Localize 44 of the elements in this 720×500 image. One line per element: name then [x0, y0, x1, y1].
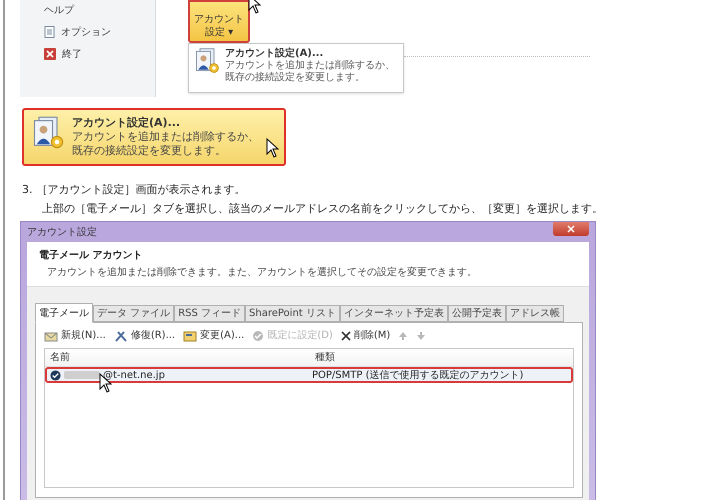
dialog-heading: 電子メール アカウント — [39, 248, 144, 263]
step-number: 3. — [22, 183, 32, 197]
menu-item-description: アカウントを追加または削除するか、既存の接続設定を変更します。 — [225, 60, 396, 84]
close-icon — [567, 225, 575, 233]
tools-icon — [114, 330, 128, 342]
blurred-text-placeholder — [64, 371, 100, 379]
menu-item-title: アカウント設定(A)... — [72, 115, 182, 130]
check-circle-icon — [252, 330, 264, 342]
step-instruction: 上部の［電子メール］タブを選択し、該当のメールアドレスの名前をクリックしてから、［変更］を選択します。 — [42, 202, 604, 216]
window-title: アカウント設定 — [27, 226, 97, 240]
tab[interactable]: 公開予定表 — [448, 305, 506, 322]
menu-item-title: アカウント設定(A)... — [225, 47, 324, 60]
account-name: @t-net.ne.jp — [103, 368, 165, 382]
account-settings-icon — [193, 47, 221, 75]
tab[interactable]: データ ファイル — [93, 305, 174, 322]
tab[interactable]: SharePoint リスト — [245, 305, 340, 322]
close-icon — [340, 330, 351, 340]
mouse-cursor-icon — [266, 138, 280, 158]
toolbar-button[interactable]: 変更(A)... — [183, 328, 244, 343]
tab[interactable]: RSS フィード — [174, 305, 246, 322]
column-header[interactable]: 種類 — [312, 350, 573, 365]
account-type: POP/SMTP (送信で使用する既定のアカウント) — [312, 368, 524, 382]
sidebar-item[interactable]: 終了 — [44, 46, 155, 62]
sidebar-item[interactable]: ヘルプ — [44, 2, 155, 18]
account-settings-menu-item[interactable]: アカウント設定(A)... アカウントを追加または削除するか、既存の接続設定を変更します。 — [22, 108, 286, 166]
close-button[interactable] — [553, 222, 589, 236]
menu-item-description: アカウントを追加または削除するか、既存の接続設定を変更します。 — [72, 130, 260, 158]
sidebar-item[interactable]: オプション — [44, 24, 155, 40]
account-settings-button[interactable]: アカウント 設定 ▾ — [188, 0, 250, 43]
envelope-icon — [44, 330, 58, 342]
close-icon — [44, 48, 56, 60]
tab[interactable]: インターネット予定表 — [340, 305, 448, 322]
dropdown-menu-item[interactable]: アカウント設定(A)... アカウントを追加または削除するか、既存の接続設定を変更します。 — [188, 43, 404, 93]
column-header[interactable]: 名前 — [45, 350, 312, 365]
toolbar-button[interactable]: 修復(R)... — [114, 328, 176, 343]
dialog-description: アカウントを追加または削除できます。また、アカウントを選択してその設定を変更できます。 — [47, 266, 478, 280]
toolbar-button[interactable]: 新規(N)... — [44, 328, 106, 343]
tab[interactable]: 電子メール — [35, 303, 93, 323]
tab[interactable]: アドレス帳 — [506, 305, 564, 322]
step-title: ［アカウント設定］画面が表示されます。 — [36, 183, 246, 197]
document-icon — [44, 26, 55, 38]
account-row[interactable]: @t-net.ne.jp POP/SMTP (送信で使用する既定のアカウント) — [45, 367, 573, 383]
toolbar-button[interactable]: 削除(M) — [340, 328, 390, 343]
card-icon — [183, 330, 198, 342]
